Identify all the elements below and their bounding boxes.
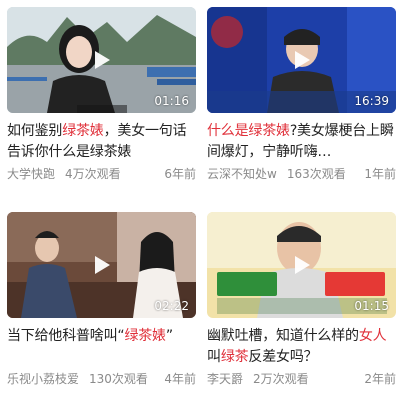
play-icon[interactable]: [92, 50, 112, 70]
video-thumbnail[interactable]: 02:22: [7, 212, 196, 318]
video-time: 1年前: [364, 167, 396, 181]
video-card[interactable]: 01:16 如何鉴别绿茶婊，美女一句话告诉你什么是绿茶婊 大学快跑 4万次观看 …: [7, 7, 196, 182]
video-meta: 乐视小荔枝爱… 130次观看 4年前: [7, 371, 196, 387]
video-views: 2万次观看: [253, 372, 309, 386]
video-views: 130次观看: [89, 372, 148, 386]
video-meta: 李天爵 2万次观看 2年前: [207, 371, 396, 387]
video-duration: 01:15: [354, 299, 389, 313]
video-card[interactable]: 01:15 幽默吐槽，知道什么样的女人叫绿茶反差女吗？ 李天爵 2万次观看 2年…: [207, 212, 396, 387]
video-title[interactable]: 幽默吐槽，知道什么样的女人叫绿茶反差女吗？: [207, 326, 396, 368]
video-thumbnail[interactable]: 16:39: [207, 7, 396, 113]
video-title[interactable]: 如何鉴别绿茶婊，美女一句话告诉你什么是绿茶婊: [7, 121, 196, 163]
video-author[interactable]: 乐视小荔枝爱…: [7, 371, 79, 387]
video-views: 4万次观看: [65, 167, 121, 181]
video-author[interactable]: 大学快跑: [7, 166, 55, 182]
video-meta: 大学快跑 4万次观看 6年前: [7, 166, 196, 182]
video-meta: 云深不知处w 163次观看 1年前: [207, 166, 396, 182]
video-grid: 01:16 如何鉴别绿茶婊，美女一句话告诉你什么是绿茶婊 大学快跑 4万次观看 …: [0, 0, 403, 401]
video-duration: 01:16: [154, 94, 189, 108]
video-duration: 02:22: [154, 299, 189, 313]
video-card[interactable]: 02:22 当下给他科普啥叫“绿茶婊” 乐视小荔枝爱… 130次观看 4年前: [7, 212, 196, 387]
video-author[interactable]: 云深不知处w: [207, 166, 277, 182]
play-icon[interactable]: [292, 255, 312, 275]
video-card[interactable]: 16:39 什么是绿茶婊?美女爆梗台上瞬间爆灯，宁静听嗨… 云深不知处w 163…: [207, 7, 396, 182]
video-title[interactable]: 什么是绿茶婊?美女爆梗台上瞬间爆灯，宁静听嗨…: [207, 121, 396, 163]
video-author[interactable]: 李天爵: [207, 371, 243, 387]
video-title[interactable]: 当下给他科普啥叫“绿茶婊”: [7, 326, 196, 368]
video-thumbnail[interactable]: 01:15: [207, 212, 396, 318]
play-icon[interactable]: [292, 50, 312, 70]
video-duration: 16:39: [354, 94, 389, 108]
video-time: 4年前: [164, 372, 196, 386]
video-views: 163次观看: [286, 167, 346, 181]
play-icon[interactable]: [92, 255, 112, 275]
video-thumbnail[interactable]: 01:16: [7, 7, 196, 113]
video-time: 2年前: [364, 372, 396, 386]
video-time: 6年前: [164, 167, 196, 181]
